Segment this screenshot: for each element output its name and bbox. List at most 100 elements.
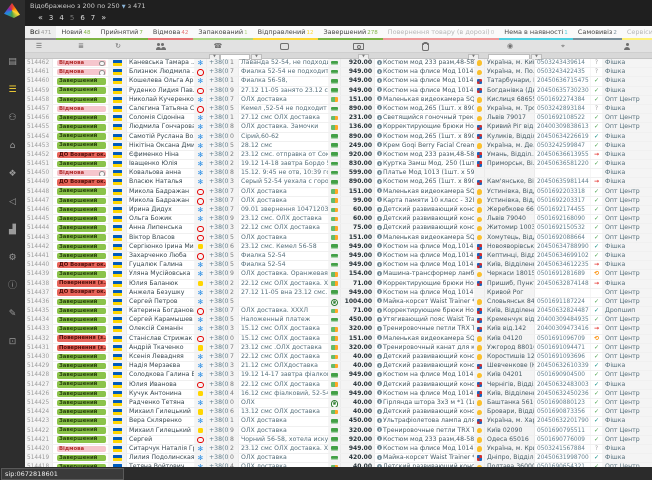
order-row-514451[interactable]: 514451 Завершений Іващенко Юлія ✻ +38(0 … [25, 160, 652, 169]
app-logo-icon[interactable] [4, 3, 20, 18]
order-id: 514424 [25, 408, 53, 416]
order-row-514431[interactable]: 514431 Повернення (з.. Андрій Ткаченко +… [25, 344, 652, 353]
column-comment-icon[interactable] [239, 40, 329, 52]
order-row-514457[interactable]: 514457 Відмова Салєгина Татьяна С.. +38(… [25, 105, 652, 114]
sidebar-design-icon[interactable]: ✎ [0, 304, 25, 324]
column-product-icon[interactable] [375, 40, 475, 52]
page-button-3[interactable]: 3 [49, 14, 53, 22]
order-row-514453[interactable]: 514453 Завершений Нікітіна Оксана Дми.. … [25, 142, 652, 151]
page-button-7[interactable]: 7 [91, 14, 95, 22]
sidebar-company-icon[interactable]: ⌂ [0, 136, 25, 156]
order-row-514436[interactable]: 514436 Завершений Сергей Петров ✻ +38(0 … [25, 298, 652, 307]
order-row-514450[interactable]: 514450 Відмова Ковальова анна ✻ +38(0 8 … [25, 169, 652, 178]
order-row-514442[interactable]: 514442 Завершений Сергіюнко Ірина Ми.. +… [25, 243, 652, 252]
order-row-514419[interactable]: 514419 Завершений Лилия Подолинская ✻ +3… [25, 454, 652, 463]
tab-Всі[interactable]: Всі471 [25, 26, 56, 40]
order-row-514454[interactable]: 514454 Завершений Самотій Руслана Во.. ✻… [25, 133, 652, 142]
order-row-514432[interactable]: 514432 Повернення (з.. Станіслав Стрижак… [25, 335, 652, 344]
order-row-514456[interactable]: 514456 Завершений Соломія Сідоніна ✻ +38… [25, 114, 652, 123]
order-row-514446[interactable]: 514446 Завершений Ирина Дидух ✻ +38(0 7 … [25, 206, 652, 215]
page-button-6[interactable]: 6 [80, 14, 84, 22]
sidebar-settings-icon[interactable]: ⚙ [0, 248, 25, 268]
sidebar-clients-icon[interactable]: ⚇ [0, 108, 25, 128]
tab-Завершений[interactable]: Завершений278 [318, 26, 382, 40]
ttn-status-unknown-icon: ? [595, 68, 598, 76]
operator-cell: ✻ [195, 160, 207, 168]
order-id: 514448 [25, 188, 53, 196]
sidebar-dashboard-icon[interactable]: ▤ [0, 52, 25, 72]
tab-Нема в наявності[interactable]: Нема в наявності1 [499, 26, 573, 40]
order-row-514461[interactable]: 514461 Відмова Близнюк Людмила .. +38(0 … [25, 68, 652, 77]
order-row-514462[interactable]: 514462 Відмова Каневська Тамара .. ✻ +38… [25, 59, 652, 68]
order-row-514438[interactable]: 514438 Повернення (з.. Юлия Баланюк +38(… [25, 280, 652, 289]
order-row-514427[interactable]: 514427 Завершений Юлия Иванова +38(0 8 2… [25, 381, 652, 390]
product-info-icon: i [377, 418, 382, 423]
order-row-514448[interactable]: 514448 Завершений Микола Бадражан +38(0 … [25, 188, 652, 197]
order-row-514441[interactable]: 514441 Завершений Захарченко Люба +38(0 … [25, 252, 652, 261]
sidebar-orders-icon[interactable]: ☰ [0, 80, 25, 100]
order-row-514426[interactable]: 514426 Завершений Кучук Антонина +38(0 4… [25, 390, 652, 399]
order-row-514420[interactable]: 514420 Відмова Ситарчук Наталія Гр.. ✻ +… [25, 445, 652, 454]
tab-Запакований[interactable]: Запакований1 [193, 26, 252, 40]
tab-Відмова[interactable]: Відмова42 [148, 26, 193, 40]
tab-Повернення товару (в дорозі)[interactable]: Повернення товару (в дорозі)0 [383, 26, 499, 40]
column-address-icon[interactable]: ◉ [485, 40, 535, 52]
column-payment-icon[interactable] [341, 40, 375, 52]
product-info-icon: i [377, 298, 382, 303]
sidebar-video-icon[interactable]: ⊡ [0, 332, 25, 352]
sip-status[interactable]: sip:0672818601 [1, 468, 124, 480]
order-status: Повернення (з.. [53, 280, 109, 288]
order-row-514423[interactable]: 514423 Завершений Вера Скляренко ✻ +38(0… [25, 417, 652, 426]
page-size-dropdown-icon[interactable]: ▼ [122, 4, 126, 10]
sidebar-marketing-icon[interactable]: ◁ [0, 192, 25, 212]
order-row-514428[interactable]: 514428 Завершений Солодкова Галина В.. ✻… [25, 371, 652, 380]
sidebar-reports-icon[interactable]: ▟ [0, 220, 25, 240]
phone-digit: 5 [229, 142, 239, 150]
column-orders-icon[interactable]: ☰ [25, 40, 53, 52]
order-row-514437[interactable]: 514437 ДО Возврат ок.. Анжела Безушку ✻ … [25, 289, 652, 298]
order-row-514444[interactable]: 514444 Завершений Анна Липенська +38(0 3… [25, 224, 652, 233]
order-row-514443[interactable]: 514443 Завершений Віктор Власов +38(0 5 … [25, 234, 652, 243]
last-page-button[interactable]: » [101, 13, 106, 22]
order-row-514440[interactable]: 514440 ДО Возврат ок.. Гуцалюк Галина ✻ … [25, 261, 652, 270]
column-status-icon[interactable]: ≣ [53, 40, 109, 52]
order-row-514424[interactable]: 514424 Завершений Михаил Гилецький +38(0… [25, 408, 652, 417]
order-row-514447[interactable]: 514447 Завершений Микола Бадражан +38(0 … [25, 197, 652, 206]
sidebar-info-icon[interactable]: ⓘ [0, 276, 25, 296]
column-sync-icon[interactable]: ↻ [109, 40, 127, 52]
order-row-514429[interactable]: 514429 Завершений Надія Мерзаєва ✻ +38(0… [25, 362, 652, 371]
order-row-514449[interactable]: 514449 ДО Возврат ок.. Власюк Наталья ✻ … [25, 178, 652, 187]
column-manager-icon[interactable] [603, 40, 652, 52]
page-button-5[interactable]: 5 [70, 14, 74, 22]
order-row-514425[interactable]: 514425 Завершений Радченко Тетяна ✻ +38(… [25, 399, 652, 408]
order-row-514435[interactable]: 514435 Завершений Катерина Богданова +38… [25, 307, 652, 316]
order-row-514445[interactable]: 514445 Завершений Ольга Божик ✻ +38(0 9 … [25, 215, 652, 224]
order-row-514455[interactable]: 514455 Завершений Людмила Гончарова ✻ +3… [25, 123, 652, 132]
tab-Прийнятий[interactable]: Прийнятий7 [96, 26, 148, 40]
column-phone-icon[interactable]: ☎ [207, 40, 229, 52]
payment-cell [329, 417, 341, 425]
operator-cell: ✻ [195, 206, 207, 214]
order-row-514460[interactable]: 514460 Завершений Кошелева Ольга Ар.. ✻ … [25, 77, 652, 86]
column-client-icon[interactable] [127, 40, 195, 52]
order-row-514452[interactable]: 514452 ДО Возврат ок.. Єфименко Ніна ✻ +… [25, 151, 652, 160]
order-row-514430[interactable]: 514430 Завершений Ксенія Левадняя ✻ +38(… [25, 353, 652, 362]
order-row-514422[interactable]: 514422 Завершений Михаил Гилецький +38(0… [25, 427, 652, 436]
tab-Сервіси[interactable]: Сервіси0 [622, 26, 652, 40]
column-tracking-icon[interactable]: ⌖ [535, 40, 591, 52]
tab-Новий[interactable]: Новий48 [56, 26, 95, 40]
page-button-4[interactable]: 4 [59, 14, 63, 22]
tab-Відправлений[interactable]: Відправлений12 [253, 26, 319, 40]
first-page-button[interactable]: « [38, 13, 43, 22]
order-row-514459[interactable]: 514459 Завершений Руденко Лидия Пав.. +3… [25, 87, 652, 96]
sidebar-products-icon[interactable]: ❖ [0, 164, 25, 184]
ttn-status-delivered-icon: ✓ [594, 298, 599, 306]
tab-Самовивіз[interactable]: Самовивіз2 [573, 26, 622, 40]
country-cell [109, 142, 127, 150]
order-row-514421[interactable]: 514421 Завершений Сергей +38(0 8 Чорний … [25, 436, 652, 445]
order-row-514433[interactable]: 514433 Завершений Олексій Семанін ✻ +38(… [25, 325, 652, 334]
order-row-514458[interactable]: 514458 Завершений Николай Кучеренко ✻ +3… [25, 96, 652, 105]
order-row-514434[interactable]: 514434 Завершений Сергей Карамышев ✻ +38… [25, 316, 652, 325]
order-row-514439[interactable]: 514439 Завершений Уляна Мусійовська ✻ +3… [25, 270, 652, 279]
product-name: iКостюм на флисе Мод 1014 (1ш… [375, 289, 475, 297]
